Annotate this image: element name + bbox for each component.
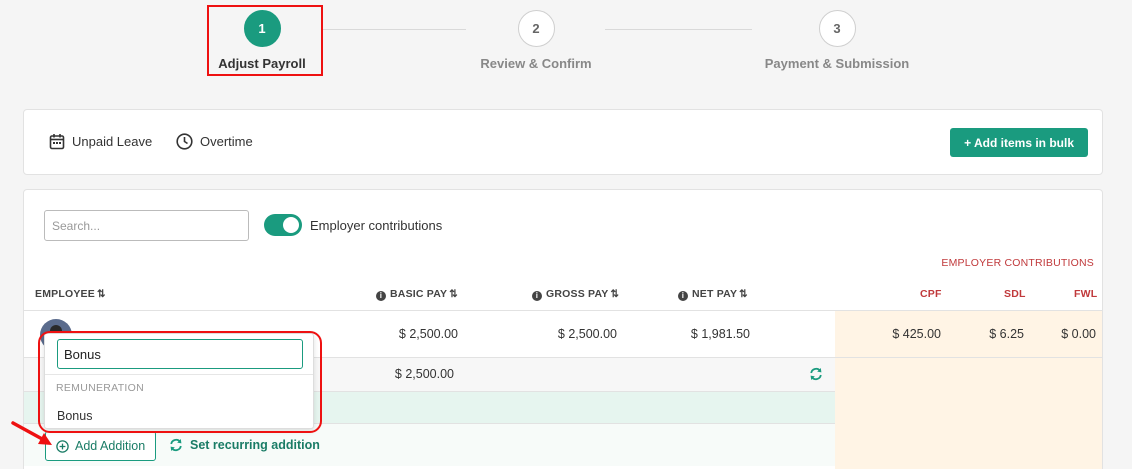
net-pay-value: $ 1,981.50 [690,327,750,341]
sort-icon: ⇅ [449,289,458,300]
overtime-button[interactable]: Overtime [176,133,253,150]
plus-circle-icon [56,439,69,453]
payroll-stepper: 1 Adjust Payroll 2 Review & Confirm 3 Pa… [0,0,1132,100]
toggle-knob [283,217,299,233]
refresh-icon[interactable] [809,367,823,381]
sort-icon: ⇅ [610,289,620,300]
basic-pay-value: $ 2,500.00 [398,327,458,341]
red-arrow-icon [11,421,52,445]
fwl-value: $ 0.00 [1061,327,1096,341]
add-addition-label: Add Addition [75,439,146,453]
add-addition-button[interactable]: Add Addition [45,431,157,461]
unpaid-leave-label: Unpaid Leave [72,134,153,149]
header-basic-pay[interactable]: i BASIC PAY ⇅ [376,288,458,301]
employer-contributions-heading: EMPLOYER CONTRIBUTIONS [941,257,1094,269]
recurring-icon [170,438,182,452]
info-icon: i [532,291,542,301]
step-review-confirm[interactable]: 2 Review & Confirm [436,10,636,71]
subrow-basic-pay-value: $ 2,500.00 [394,367,454,381]
step-label: Payment & Submission [764,56,910,71]
unpaid-leave-button[interactable]: Unpaid Leave [49,133,152,150]
calendar-icon [49,134,65,150]
sort-icon: ⇅ [96,289,106,300]
search-input[interactable] [44,210,249,241]
header-sdl: SDL [1004,288,1026,300]
employer-contributions-label: Employer contributions [310,218,443,233]
header-gross-pay[interactable]: i GROSS PAY ⇅ [532,288,619,301]
set-recurring-label: Set recurring addition [190,438,320,452]
set-recurring-addition-link[interactable]: Set recurring addition [169,438,320,452]
sort-icon: ⇅ [739,289,748,300]
add-items-in-bulk-button[interactable]: + Add items in bulk [950,128,1088,157]
info-icon: i [376,291,386,301]
header-cpf: CPF [920,288,942,300]
overtime-label: Overtime [200,134,253,149]
step-number: 3 [818,10,856,47]
step-payment-submission[interactable]: 3 Payment & Submission [737,10,937,71]
header-employee[interactable]: EMPLOYEE ⇅ [35,288,106,300]
sdl-value: $ 6.25 [989,327,1024,341]
highlight-box [38,331,322,433]
toolbar-card: Unpaid Leave Overtime + Add items in bul… [23,109,1103,175]
step-number: 2 [517,10,555,47]
cpf-value: $ 425.00 [892,327,941,341]
gross-pay-value: $ 2,500.00 [557,327,617,341]
employer-contributions-toggle[interactable] [264,214,302,236]
header-net-pay[interactable]: i NET PAY ⇅ [678,288,748,301]
clock-icon [176,133,193,150]
table-header: EMPLOYEE ⇅ i BASIC PAY ⇅ i GROSS PAY ⇅ i NET P… [24,278,1102,311]
info-icon: i [678,291,688,301]
highlight-box [207,5,323,76]
step-label: Review & Confirm [480,56,592,71]
header-fwl: FWL [1074,288,1098,300]
